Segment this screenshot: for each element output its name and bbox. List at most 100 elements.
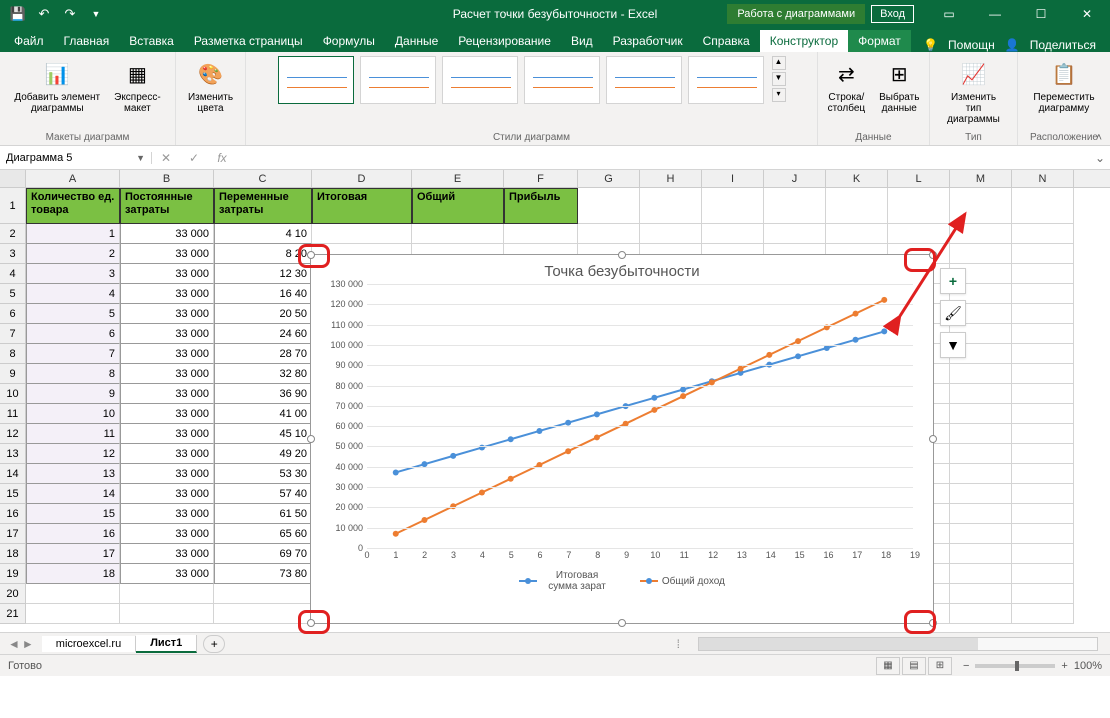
cell[interactable] [1012,444,1074,464]
cell[interactable] [1012,484,1074,504]
move-chart-button[interactable]: 📋 Переместить диаграмму [1029,56,1098,116]
cell[interactable]: Общий [412,188,504,224]
gallery-up-icon[interactable]: ▲ [772,56,786,70]
tab-review[interactable]: Рецензирование [448,30,561,52]
cell[interactable]: 45 10 [214,424,312,444]
column-header[interactable]: A [26,170,120,187]
chart-x-axis[interactable]: 012345678910111213141516171819 [367,550,913,564]
column-header[interactable]: B [120,170,214,187]
tab-developer[interactable]: Разработчик [603,30,693,52]
cell[interactable] [950,364,1012,384]
tell-me-label[interactable]: Помощн [948,38,995,52]
row-header[interactable]: 12 [0,424,26,444]
cell[interactable] [312,224,412,244]
column-header[interactable]: M [950,170,1012,187]
minimize-icon[interactable]: — [972,0,1018,28]
tab-page-layout[interactable]: Разметка страницы [184,30,313,52]
row-header[interactable]: 3 [0,244,26,264]
row-header[interactable]: 19 [0,564,26,584]
cell[interactable]: 6 [26,324,120,344]
cell[interactable] [1012,344,1074,364]
chart-plot-area[interactable]: 010 00020 00030 00040 00050 00060 00070 … [367,284,913,548]
share-icon[interactable]: 👤 [1005,38,1020,52]
cell[interactable] [1012,364,1074,384]
column-header[interactable]: G [578,170,640,187]
chart-style-4[interactable] [524,56,600,104]
cell[interactable]: 1 [26,224,120,244]
chart-title[interactable]: Точка безубыточности [311,255,933,284]
change-chart-type-button[interactable]: 📈 Изменить тип диаграммы [938,56,1009,127]
close-icon[interactable]: ✕ [1064,0,1110,28]
cell[interactable]: 2 [26,244,120,264]
cancel-formula-icon[interactable]: ✕ [152,147,180,169]
column-header[interactable]: I [702,170,764,187]
cell[interactable]: 4 10 [214,224,312,244]
column-header[interactable]: F [504,170,578,187]
enter-formula-icon[interactable]: ✓ [180,147,208,169]
tell-me-icon[interactable]: 💡 [923,38,938,52]
cell[interactable]: 14 [26,484,120,504]
sheet-tab-list1[interactable]: Лист1 [136,635,197,653]
page-layout-view-icon[interactable]: ▤ [902,657,926,675]
cell[interactable] [1012,404,1074,424]
sign-in-button[interactable]: Вход [871,5,914,23]
cell[interactable] [764,188,826,224]
cell[interactable]: 33 000 [120,464,214,484]
cell[interactable]: Прибыль [504,188,578,224]
cell[interactable]: 24 60 [214,324,312,344]
cell[interactable]: Количество ед. товара [26,188,120,224]
row-header[interactable]: 20 [0,584,26,604]
row-header[interactable]: 2 [0,224,26,244]
page-break-view-icon[interactable]: ⊞ [928,657,952,675]
cell[interactable]: 3 [26,264,120,284]
cell[interactable] [1012,224,1074,244]
row-header[interactable]: 21 [0,604,26,624]
chart-styles-gallery[interactable]: ▲ ▼ ▾ [278,56,786,132]
cell[interactable]: 17 [26,544,120,564]
cell[interactable] [1012,284,1074,304]
chart-handle-e[interactable] [929,435,937,443]
cell[interactable]: 53 30 [214,464,312,484]
cell[interactable] [950,404,1012,424]
normal-view-icon[interactable]: ▦ [876,657,900,675]
cell[interactable]: 41 00 [214,404,312,424]
cell[interactable]: Итоговая [312,188,412,224]
cell[interactable]: 33 000 [120,424,214,444]
cell[interactable] [950,524,1012,544]
chart-filters-button[interactable]: ▼ [940,332,966,358]
cell[interactable] [1012,524,1074,544]
cell[interactable] [1012,304,1074,324]
cell[interactable] [1012,324,1074,344]
cell[interactable]: 49 20 [214,444,312,464]
cell[interactable] [950,544,1012,564]
cell[interactable]: 65 60 [214,524,312,544]
save-icon[interactable]: 💾 [6,2,30,26]
cell[interactable] [702,188,764,224]
qat-customize-icon[interactable]: ▼ [84,2,108,26]
cell[interactable] [640,224,702,244]
undo-icon[interactable]: ↶ [32,2,56,26]
cell[interactable] [950,584,1012,604]
cell[interactable] [1012,464,1074,484]
cell[interactable]: 33 000 [120,224,214,244]
chart-style-2[interactable] [360,56,436,104]
cell[interactable]: 7 [26,344,120,364]
cell[interactable]: 10 [26,404,120,424]
cell[interactable]: 20 50 [214,304,312,324]
switch-row-column-button[interactable]: ⇄ Строка/ столбец [824,56,870,116]
quick-layout-button[interactable]: ▦ Экспресс- макет [110,56,165,116]
add-chart-element-button[interactable]: 📊 Добавить элемент диаграммы [10,56,104,116]
column-header[interactable]: L [888,170,950,187]
chart-style-1[interactable] [278,56,354,104]
row-header[interactable]: 17 [0,524,26,544]
cell[interactable]: 33 000 [120,244,214,264]
change-colors-button[interactable]: 🎨 Изменить цвета [184,56,237,116]
cell[interactable]: 11 [26,424,120,444]
column-header[interactable]: J [764,170,826,187]
cell[interactable]: 33 000 [120,444,214,464]
cell[interactable]: 9 [26,384,120,404]
chart-handle-s[interactable] [618,619,626,627]
cell[interactable]: 13 [26,464,120,484]
row-header[interactable]: 7 [0,324,26,344]
cell[interactable] [1012,384,1074,404]
